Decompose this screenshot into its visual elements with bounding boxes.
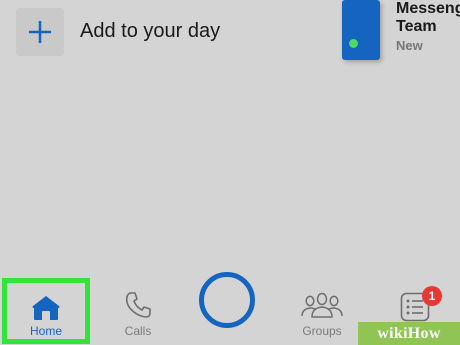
add-story-button[interactable]	[16, 8, 64, 56]
story-name[interactable]: Messeng Team	[396, 0, 460, 36]
tab-calls[interactable]: Calls	[116, 290, 160, 338]
groups-icon	[301, 292, 343, 318]
phone-icon	[125, 292, 151, 318]
tab-groups[interactable]: Groups	[294, 290, 350, 338]
story-status: New	[396, 38, 423, 53]
plus-icon	[29, 21, 51, 43]
tab-home[interactable]: Home	[2, 278, 90, 344]
online-indicator	[349, 39, 358, 48]
messenger-screen: Add to your day Messeng Team New Home Ca…	[0, 0, 460, 345]
notification-badge: 1	[422, 286, 442, 306]
home-icon	[32, 296, 60, 320]
add-to-day-label[interactable]: Add to your day	[80, 20, 220, 43]
story-name-line1: Messeng	[396, 0, 460, 17]
tab-groups-label: Groups	[302, 324, 342, 338]
story-card-messenger-team[interactable]	[342, 0, 380, 60]
wikihow-watermark: wikiHow	[358, 322, 460, 345]
tab-calls-label: Calls	[124, 324, 152, 338]
camera-ring-icon[interactable]	[199, 272, 255, 328]
tab-home-label: Home	[29, 324, 62, 338]
story-name-line2: Team	[396, 18, 437, 35]
